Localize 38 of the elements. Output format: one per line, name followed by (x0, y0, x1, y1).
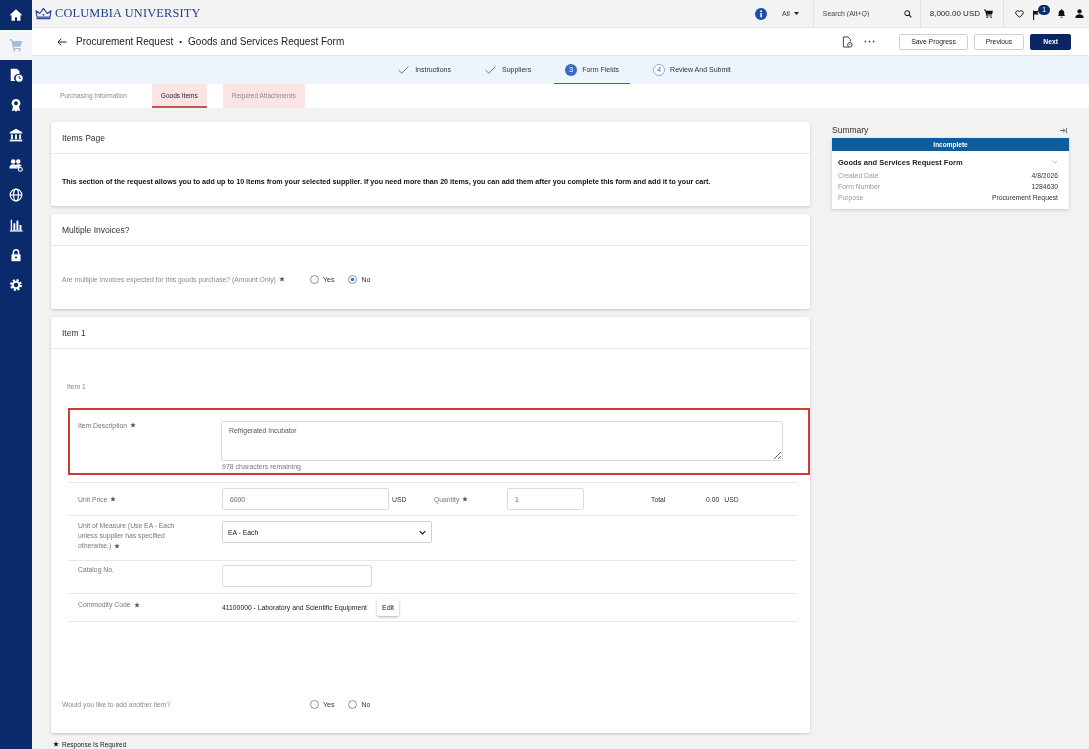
caret-down-icon (793, 12, 799, 15)
search-icon[interactable] (903, 9, 912, 18)
summary-title: Summary (832, 125, 869, 135)
cart-total[interactable]: 8,000.00 USD (929, 9, 980, 18)
breadcrumb-link[interactable]: Procurement Request (76, 36, 174, 47)
section-title: Items Page (62, 132, 105, 143)
radio-button[interactable] (310, 699, 319, 709)
document-icon[interactable] (842, 35, 854, 48)
settings-icon[interactable] (9, 278, 23, 292)
chevron-down-icon (419, 529, 426, 535)
crown-icon (35, 7, 52, 20)
bar-chart-icon[interactable] (9, 218, 23, 232)
section-title: Item 1 (62, 327, 86, 338)
info-icon[interactable] (754, 7, 767, 20)
people-icon[interactable] (9, 158, 23, 172)
document-clock-icon[interactable] (9, 68, 23, 82)
heart-icon[interactable] (1015, 9, 1024, 18)
home-icon[interactable] (9, 8, 23, 22)
section-title: Multiple Invoices? (62, 224, 130, 235)
cart-icon[interactable] (984, 9, 993, 18)
award-ribbon-icon[interactable] (9, 98, 23, 112)
back-arrow-icon[interactable] (57, 37, 67, 46)
bell-icon[interactable] (1057, 9, 1066, 18)
radio-button[interactable] (348, 699, 358, 709)
catalog-number-field[interactable] (222, 565, 372, 587)
flag-icon[interactable] (1033, 9, 1039, 20)
page-title: Goods and Services Request Form (188, 36, 345, 47)
more-icon[interactable] (864, 40, 876, 43)
breadcrumb-separator: • (179, 37, 183, 46)
logo-text[interactable]: COLUMBIA UNIVERSITY (55, 6, 201, 21)
padlock-icon[interactable] (9, 248, 23, 262)
globe-icon[interactable] (9, 188, 23, 202)
radio-button[interactable] (310, 274, 319, 284)
star-icon (53, 741, 59, 747)
bank-icon[interactable] (9, 128, 23, 142)
collapse-icon[interactable] (1060, 126, 1067, 134)
radio-button[interactable] (348, 274, 358, 284)
user-icon[interactable] (1075, 9, 1084, 18)
